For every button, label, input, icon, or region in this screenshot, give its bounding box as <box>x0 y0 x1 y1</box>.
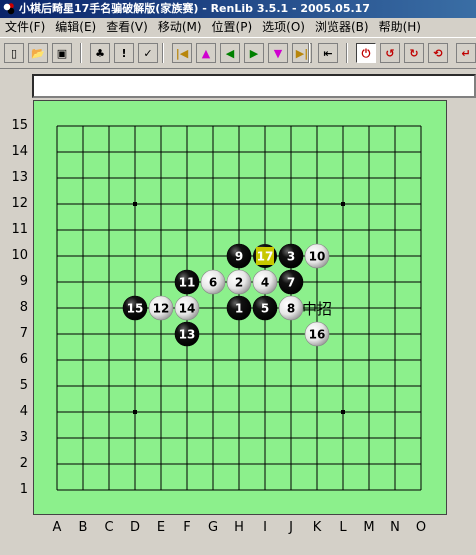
column-label: E <box>156 520 166 535</box>
stone-number: 16 <box>309 328 326 342</box>
gomoku-board[interactable]: 123456 789 1011121314151617中招 <box>0 0 476 555</box>
stone-number: 2 <box>235 276 243 290</box>
stone-number: 4 <box>261 276 269 290</box>
stone-11[interactable]: 11 <box>174 269 200 295</box>
column-label: M <box>363 520 375 535</box>
stone-4[interactable]: 4 <box>252 269 278 295</box>
row-label: 9 <box>19 274 28 289</box>
stone-9[interactable]: 9 <box>226 243 252 269</box>
column-label: I <box>263 520 267 535</box>
column-label: A <box>52 520 62 535</box>
stone-number: 11 <box>179 276 196 290</box>
column-label: B <box>78 520 88 535</box>
row-label: 8 <box>19 300 28 315</box>
row-label: 15 <box>11 118 28 133</box>
stone-number: 8 <box>287 302 295 316</box>
row-label: 5 <box>19 378 28 393</box>
star-point <box>133 410 137 414</box>
star-point <box>341 202 345 206</box>
stone-number: 1 <box>235 302 243 316</box>
stone-number: 15 <box>127 302 144 316</box>
column-label: N <box>390 520 400 535</box>
stone-number: 6 <box>209 276 217 290</box>
stone-1[interactable]: 1 <box>226 295 252 321</box>
column-label: D <box>129 520 140 535</box>
stone-6[interactable]: 6 <box>200 269 226 295</box>
row-label: 6 <box>19 352 28 367</box>
row-label: 3 <box>19 430 28 445</box>
row-label: 14 <box>11 144 28 159</box>
row-label: 13 <box>11 170 28 185</box>
stone-number: 17 <box>257 250 274 264</box>
stone-number: 5 <box>261 302 269 316</box>
column-label: F <box>183 520 191 535</box>
row-label: 12 <box>11 196 28 211</box>
stone-number: 12 <box>153 302 170 316</box>
column-label: K <box>312 520 322 535</box>
stone-number: 13 <box>179 328 196 342</box>
stone-number: 3 <box>287 250 295 264</box>
column-label: G <box>207 520 219 535</box>
stone-8[interactable]: 8 <box>278 295 304 321</box>
star-point <box>341 410 345 414</box>
column-label: H <box>234 520 244 535</box>
row-label: 1 <box>19 482 28 497</box>
stone-17[interactable]: 17 <box>253 244 277 268</box>
column-label: L <box>339 520 347 535</box>
star-point <box>133 202 137 206</box>
row-label: 2 <box>19 456 28 471</box>
row-label: 4 <box>19 404 28 419</box>
stone-5[interactable]: 5 <box>252 295 278 321</box>
stone-13[interactable]: 13 <box>174 321 200 347</box>
board-note: 中招 <box>302 300 332 318</box>
row-label: 10 <box>11 248 28 263</box>
stone-number: 7 <box>287 276 295 290</box>
row-label: 7 <box>19 326 28 341</box>
stone-10[interactable]: 10 <box>304 243 330 269</box>
stone-number: 10 <box>309 250 326 264</box>
row-label: 11 <box>11 222 28 237</box>
stone-7[interactable]: 7 <box>278 269 304 295</box>
stone-number: 14 <box>179 302 196 316</box>
stone-2[interactable]: 2 <box>226 269 252 295</box>
stone-16[interactable]: 16 <box>304 321 330 347</box>
stone-3[interactable]: 3 <box>278 243 304 269</box>
stone-12[interactable]: 12 <box>148 295 174 321</box>
column-label: J <box>289 520 293 535</box>
stone-14[interactable]: 14 <box>174 295 200 321</box>
stone-number: 9 <box>235 250 243 264</box>
column-label: C <box>104 520 114 535</box>
column-label: O <box>415 520 427 535</box>
stone-15[interactable]: 15 <box>122 295 148 321</box>
